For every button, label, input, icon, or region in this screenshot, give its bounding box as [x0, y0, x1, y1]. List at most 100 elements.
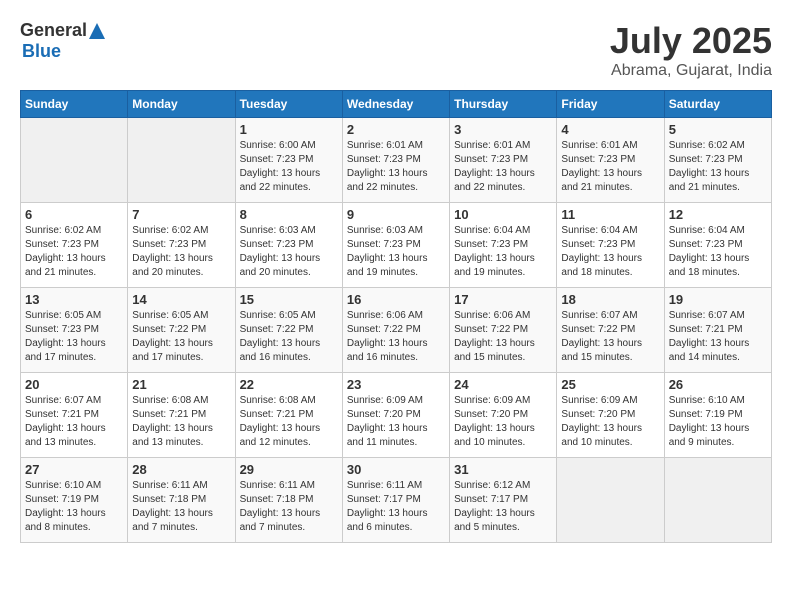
- day-number: 10: [454, 207, 552, 222]
- calendar-cell: 7Sunrise: 6:02 AM Sunset: 7:23 PM Daylig…: [128, 203, 235, 288]
- day-info: Sunrise: 6:04 AM Sunset: 7:23 PM Dayligh…: [454, 224, 552, 280]
- day-info: Sunrise: 6:06 AM Sunset: 7:22 PM Dayligh…: [347, 309, 445, 365]
- day-number: 6: [25, 207, 123, 222]
- calendar-cell: 1 Sunrise: 6:00 AM Sunset: 7:23 PM Daylig…: [235, 118, 342, 203]
- day-number: 23: [347, 377, 445, 392]
- day-info: Sunrise: 6:11 AM Sunset: 7:17 PM Dayligh…: [347, 479, 445, 535]
- day-info: Sunrise: 6:05 AM Sunset: 7:22 PM Dayligh…: [132, 309, 230, 365]
- calendar-cell: 16 Sunrise: 6:06 AM Sunset: 7:22 PM Dayli…: [342, 288, 449, 373]
- logo-general: General: [20, 20, 87, 41]
- day-number: 4: [561, 122, 659, 137]
- day-info: Sunrise: 6:03 AM Sunset: 7:23 PM Dayligh…: [240, 224, 338, 280]
- day-info: Sunrise: 6:01 AM Sunset: 7:23 PM Dayligh…: [561, 139, 659, 195]
- day-number: 9: [347, 207, 445, 222]
- day-info: Sunrise: 6:08 AM Sunset: 7:21 PM Dayligh…: [240, 394, 338, 450]
- day-number: 2: [347, 122, 445, 137]
- day-number: 5: [669, 122, 767, 137]
- day-info: Sunrise: 6:06 AM Sunset: 7:22 PM Dayligh…: [454, 309, 552, 365]
- calendar-cell: [21, 118, 128, 203]
- calendar-cell: 20Sunrise: 6:07 AM Sunset: 7:21 PM Dayli…: [21, 373, 128, 458]
- weekday-header-friday: Friday: [557, 91, 664, 118]
- calendar-cell: 25 Sunrise: 6:09 AM Sunset: 7:20 PM Dayli…: [557, 373, 664, 458]
- day-number: 16: [347, 292, 445, 307]
- calendar-cell: 22 Sunrise: 6:08 AM Sunset: 7:21 PM Dayli…: [235, 373, 342, 458]
- logo: General Blue: [20, 20, 107, 62]
- day-number: 25: [561, 377, 659, 392]
- calendar-cell: 10 Sunrise: 6:04 AM Sunset: 7:23 PM Dayli…: [450, 203, 557, 288]
- weekday-header-wednesday: Wednesday: [342, 91, 449, 118]
- day-number: 18: [561, 292, 659, 307]
- day-info: Sunrise: 6:07 AM Sunset: 7:22 PM Dayligh…: [561, 309, 659, 365]
- weekday-header-thursday: Thursday: [450, 91, 557, 118]
- day-number: 28: [132, 462, 230, 477]
- calendar-location: Abrama, Gujarat, India: [610, 62, 772, 80]
- calendar-cell: 6 Sunrise: 6:02 AM Sunset: 7:23 PM Daylig…: [21, 203, 128, 288]
- logo-blue: Blue: [22, 41, 107, 62]
- day-number: 30: [347, 462, 445, 477]
- calendar-body: 1 Sunrise: 6:00 AM Sunset: 7:23 PM Daylig…: [21, 118, 772, 543]
- day-info: Sunrise: 6:07 AM Sunset: 7:21 PM Dayligh…: [25, 394, 123, 450]
- calendar-cell: 19Sunrise: 6:07 AM Sunset: 7:21 PM Dayli…: [664, 288, 771, 373]
- calendar-week-row: 20Sunrise: 6:07 AM Sunset: 7:21 PM Dayli…: [21, 373, 772, 458]
- weekday-header-tuesday: Tuesday: [235, 91, 342, 118]
- logo-icon: [88, 22, 106, 40]
- calendar-cell: 24 Sunrise: 6:09 AM Sunset: 7:20 PM Dayli…: [450, 373, 557, 458]
- day-number: 1: [240, 122, 338, 137]
- calendar-week-row: 6 Sunrise: 6:02 AM Sunset: 7:23 PM Daylig…: [21, 203, 772, 288]
- calendar-cell: 15Sunrise: 6:05 AM Sunset: 7:22 PM Dayli…: [235, 288, 342, 373]
- day-number: 12: [669, 207, 767, 222]
- calendar-cell: 18 Sunrise: 6:07 AM Sunset: 7:22 PM Dayli…: [557, 288, 664, 373]
- day-info: Sunrise: 6:00 AM Sunset: 7:23 PM Dayligh…: [240, 139, 338, 195]
- calendar-cell: 12Sunrise: 6:04 AM Sunset: 7:23 PM Dayli…: [664, 203, 771, 288]
- calendar-cell: 5 Sunrise: 6:02 AM Sunset: 7:23 PM Daylig…: [664, 118, 771, 203]
- day-number: 13: [25, 292, 123, 307]
- calendar-cell: 31Sunrise: 6:12 AM Sunset: 7:17 PM Dayli…: [450, 458, 557, 543]
- day-info: Sunrise: 6:07 AM Sunset: 7:21 PM Dayligh…: [669, 309, 767, 365]
- weekday-header-row: SundayMondayTuesdayWednesdayThursdayFrid…: [21, 91, 772, 118]
- day-info: Sunrise: 6:05 AM Sunset: 7:23 PM Dayligh…: [25, 309, 123, 365]
- day-number: 11: [561, 207, 659, 222]
- day-info: Sunrise: 6:03 AM Sunset: 7:23 PM Dayligh…: [347, 224, 445, 280]
- calendar-cell: 2 Sunrise: 6:01 AM Sunset: 7:23 PM Daylig…: [342, 118, 449, 203]
- day-info: Sunrise: 6:09 AM Sunset: 7:20 PM Dayligh…: [454, 394, 552, 450]
- page-header: General Blue July 2025 Abrama, Gujarat, …: [20, 20, 772, 80]
- day-number: 17: [454, 292, 552, 307]
- calendar-week-row: 1 Sunrise: 6:00 AM Sunset: 7:23 PM Daylig…: [21, 118, 772, 203]
- weekday-header-saturday: Saturday: [664, 91, 771, 118]
- day-info: Sunrise: 6:09 AM Sunset: 7:20 PM Dayligh…: [561, 394, 659, 450]
- weekday-header-monday: Monday: [128, 91, 235, 118]
- day-info: Sunrise: 6:02 AM Sunset: 7:23 PM Dayligh…: [25, 224, 123, 280]
- day-info: Sunrise: 6:01 AM Sunset: 7:23 PM Dayligh…: [454, 139, 552, 195]
- calendar-cell: 28 Sunrise: 6:11 AM Sunset: 7:18 PM Dayli…: [128, 458, 235, 543]
- calendar-table: SundayMondayTuesdayWednesdayThursdayFrid…: [20, 90, 772, 543]
- calendar-header: SundayMondayTuesdayWednesdayThursdayFrid…: [21, 91, 772, 118]
- calendar-cell: 8 Sunrise: 6:03 AM Sunset: 7:23 PM Daylig…: [235, 203, 342, 288]
- day-info: Sunrise: 6:04 AM Sunset: 7:23 PM Dayligh…: [561, 224, 659, 280]
- day-info: Sunrise: 6:11 AM Sunset: 7:18 PM Dayligh…: [132, 479, 230, 535]
- calendar-cell: 11 Sunrise: 6:04 AM Sunset: 7:23 PM Dayli…: [557, 203, 664, 288]
- calendar-cell: 23Sunrise: 6:09 AM Sunset: 7:20 PM Dayli…: [342, 373, 449, 458]
- day-info: Sunrise: 6:11 AM Sunset: 7:18 PM Dayligh…: [240, 479, 338, 535]
- calendar-title-block: July 2025 Abrama, Gujarat, India: [610, 20, 772, 80]
- day-number: 8: [240, 207, 338, 222]
- calendar-cell: 14Sunrise: 6:05 AM Sunset: 7:22 PM Dayli…: [128, 288, 235, 373]
- day-number: 29: [240, 462, 338, 477]
- day-number: 27: [25, 462, 123, 477]
- calendar-week-row: 13 Sunrise: 6:05 AM Sunset: 7:23 PM Dayli…: [21, 288, 772, 373]
- calendar-cell: 29 Sunrise: 6:11 AM Sunset: 7:18 PM Dayli…: [235, 458, 342, 543]
- day-number: 24: [454, 377, 552, 392]
- day-info: Sunrise: 6:02 AM Sunset: 7:23 PM Dayligh…: [669, 139, 767, 195]
- day-number: 3: [454, 122, 552, 137]
- calendar-week-row: 27Sunrise: 6:10 AM Sunset: 7:19 PM Dayli…: [21, 458, 772, 543]
- calendar-cell: 4 Sunrise: 6:01 AM Sunset: 7:23 PM Daylig…: [557, 118, 664, 203]
- day-info: Sunrise: 6:08 AM Sunset: 7:21 PM Dayligh…: [132, 394, 230, 450]
- day-number: 31: [454, 462, 552, 477]
- calendar-title: July 2025: [610, 20, 772, 62]
- day-info: Sunrise: 6:01 AM Sunset: 7:23 PM Dayligh…: [347, 139, 445, 195]
- calendar-cell: 3 Sunrise: 6:01 AM Sunset: 7:23 PM Daylig…: [450, 118, 557, 203]
- calendar-cell: 26Sunrise: 6:10 AM Sunset: 7:19 PM Dayli…: [664, 373, 771, 458]
- day-info: Sunrise: 6:02 AM Sunset: 7:23 PM Dayligh…: [132, 224, 230, 280]
- day-number: 22: [240, 377, 338, 392]
- weekday-header-sunday: Sunday: [21, 91, 128, 118]
- day-info: Sunrise: 6:10 AM Sunset: 7:19 PM Dayligh…: [669, 394, 767, 450]
